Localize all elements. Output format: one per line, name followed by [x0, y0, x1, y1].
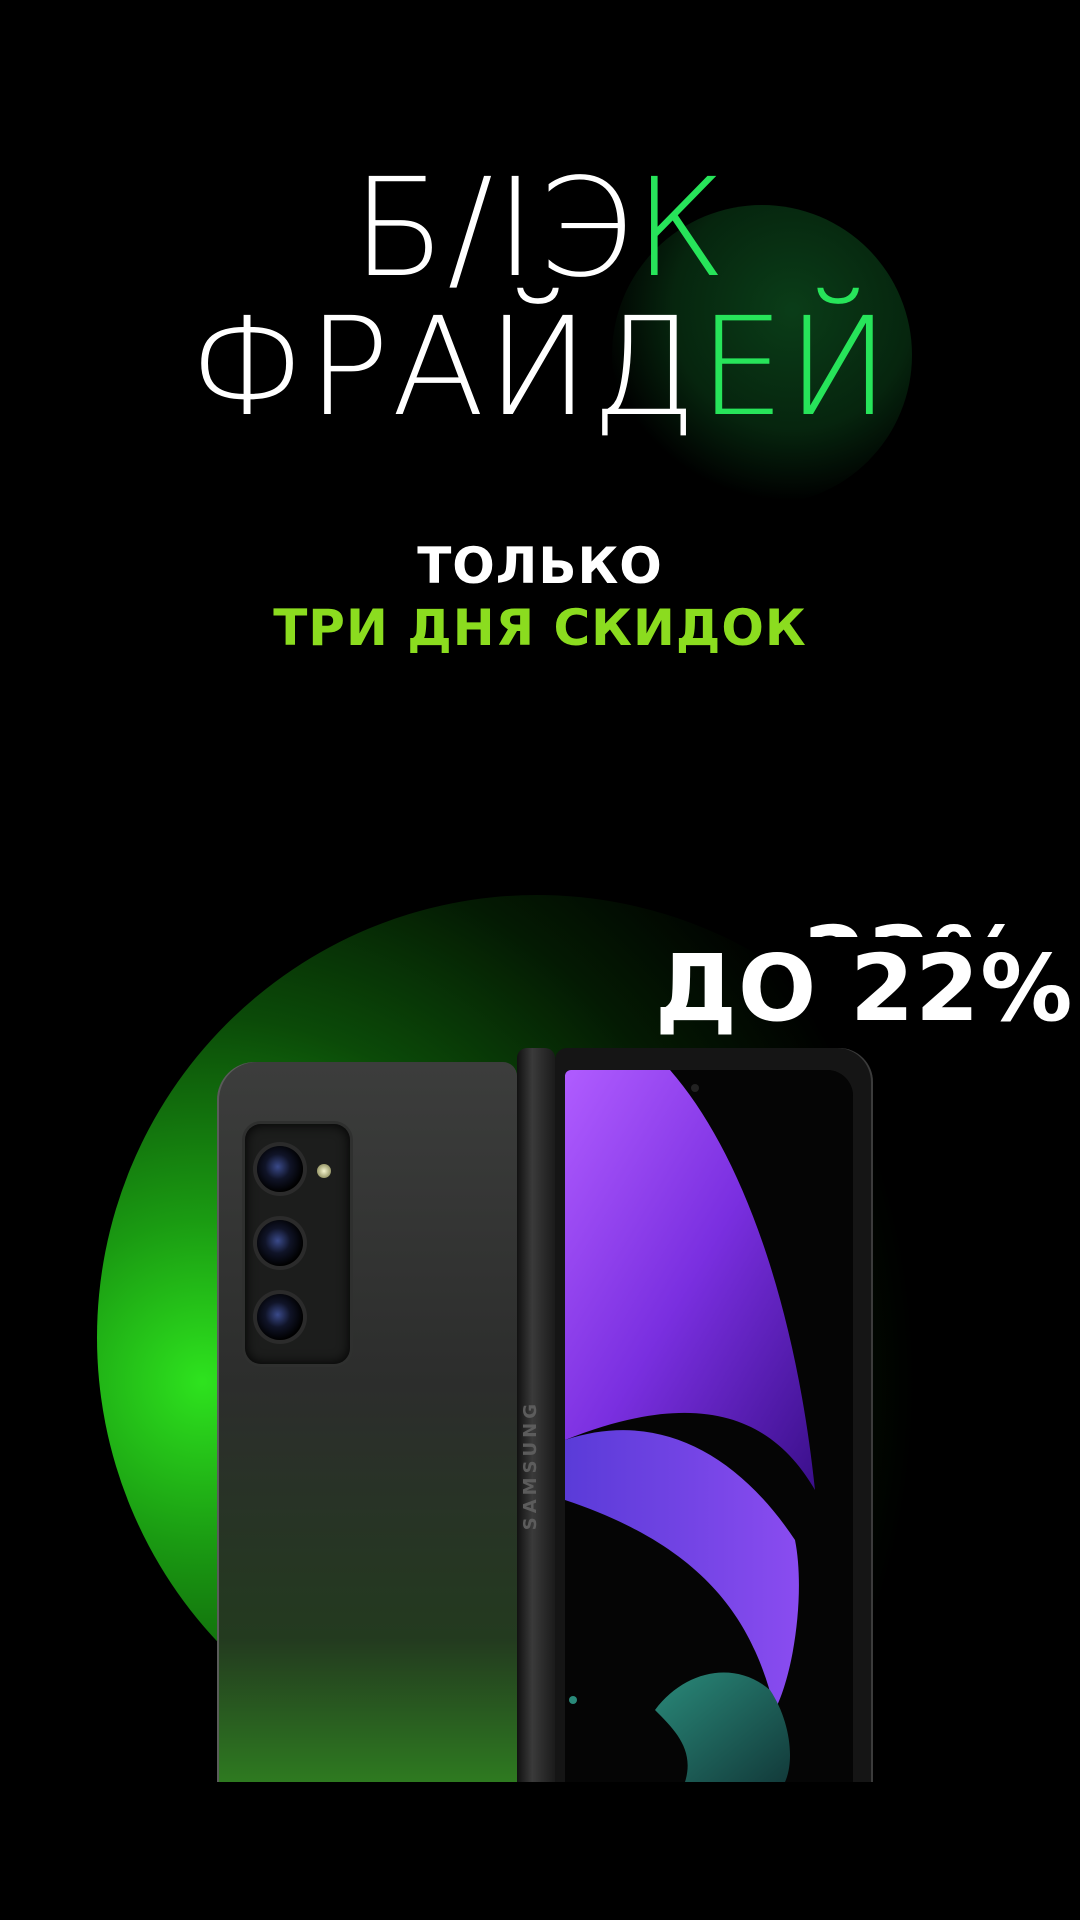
headline-line-2-green: ЕЙ	[698, 288, 892, 447]
camera-module	[245, 1124, 350, 1364]
discount-text: ДО 22%	[655, 935, 1074, 1042]
subheadline: ТОЛЬКО ТРИ ДНЯ СКИДОК	[0, 535, 1080, 659]
screen-wallpaper	[565, 1070, 853, 1782]
subheadline-line-2: ТРИ ДНЯ СКИДОК	[273, 599, 807, 657]
headline-line-1-green: К	[634, 150, 728, 308]
headline-line-1: Б/ІЭК	[0, 160, 1080, 299]
camera-lens-icon	[257, 1146, 303, 1192]
brand-label: SAMSUNG	[520, 1400, 541, 1531]
headline: Б/ІЭК ФРАЙДЕЙ	[0, 160, 1080, 437]
phone-front-panel	[555, 1048, 873, 1782]
headline-line-1-white: Б/ІЭ	[352, 150, 635, 308]
camera-lens-icon	[257, 1220, 303, 1266]
phone-screen	[565, 1070, 853, 1782]
phone-back-panel	[217, 1062, 517, 1782]
promo-banner: Б/ІЭК ФРАЙДЕЙ ТОЛЬКО ТРИ ДНЯ СКИДОК 22% …	[0, 0, 1080, 1920]
foldable-phone-image: SAMSUNG	[215, 1040, 873, 1782]
flash-icon	[317, 1164, 331, 1178]
discount-label: 22% ДО 22%	[655, 907, 1074, 1042]
headline-line-2-white: ФРАЙД	[188, 288, 699, 447]
subheadline-line-1: ТОЛЬКО	[417, 537, 663, 595]
headline-line-2: ФРАЙДЕЙ	[0, 298, 1080, 438]
camera-lens-icon	[257, 1294, 303, 1340]
